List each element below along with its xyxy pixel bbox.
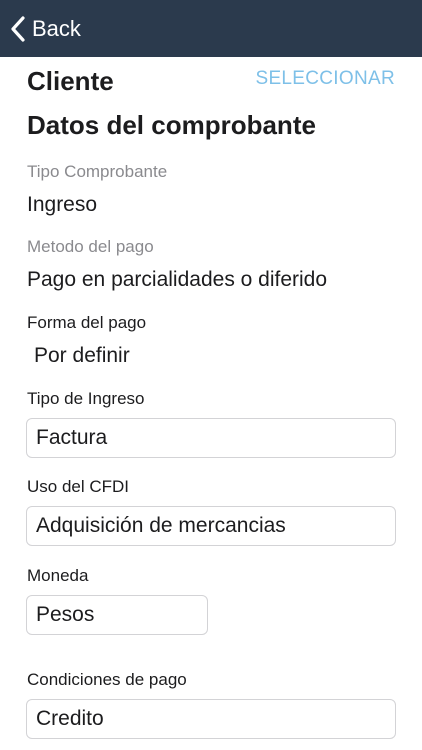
navigation-bar: Back [0,0,422,57]
metodo-pago-value: Pago en parcialidades o diferido [27,268,328,291]
metodo-pago-label: Metodo del pago [27,237,154,256]
uso-cfdi-select[interactable]: Adquisición de mercancias [26,506,396,546]
client-section-title: Cliente [27,66,114,96]
moneda-label: Moneda [27,566,89,585]
forma-pago-value[interactable]: Por definir [34,344,130,368]
condiciones-pago-label: Condiciones de pago [27,670,187,689]
back-button-label: Back [32,15,81,41]
forma-pago-label: Forma del pago [27,313,147,332]
form-content[interactable]: Cliente SELECCIONAR Datos del comprobant… [0,57,422,750]
select-client-button[interactable]: SELECCIONAR [255,68,395,90]
tipo-comprobante-label: Tipo Comprobante [27,162,168,181]
uso-cfdi-label: Uso del CFDI [27,477,130,496]
tipo-ingreso-label: Tipo de Ingreso [27,389,145,408]
condiciones-pago-select[interactable]: Credito [26,699,396,739]
chevron-left-icon [11,15,25,42]
voucher-section-title: Datos del comprobante [27,110,316,140]
tipo-comprobante-value: Ingreso [27,193,98,216]
back-button[interactable]: Back [0,0,93,57]
tipo-ingreso-select[interactable]: Factura [26,418,396,458]
moneda-select[interactable]: Pesos [26,595,208,635]
